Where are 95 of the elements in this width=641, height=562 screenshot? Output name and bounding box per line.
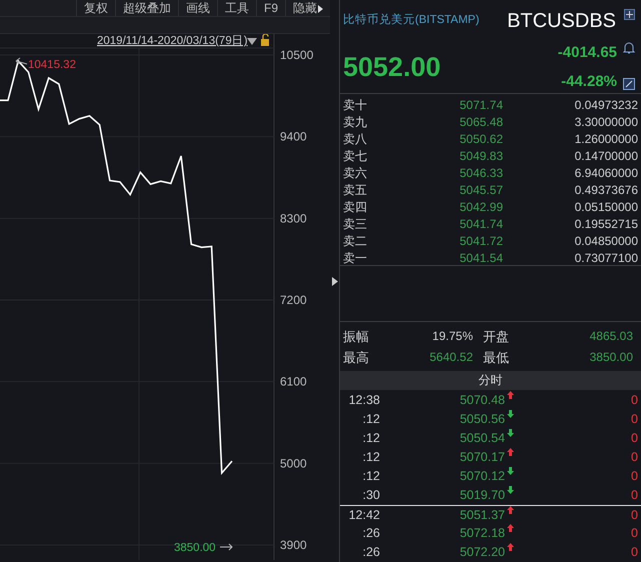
symbol-label: BTCUSDBS (507, 9, 616, 34)
section-header: 分时 (340, 371, 641, 390)
toolbar-button[interactable]: 复权 (76, 0, 115, 16)
trade-volume: 0 (631, 544, 638, 561)
trade-price: 5070.48 (458, 392, 505, 409)
instrument-name: 比特币兑美元(BITSTAMP) (343, 12, 480, 28)
trade-price: 5050.56 (458, 411, 505, 428)
axis-label: 9400 (280, 130, 307, 144)
trade-time: 12:42 (348, 507, 380, 524)
lock-icon[interactable] (261, 34, 269, 46)
trade-volume: 0 (631, 411, 638, 428)
date-range-link[interactable]: 2019/11/14-2020/03/13(79日) (97, 35, 248, 47)
max-price-marker (16, 58, 28, 64)
order-level-label: 卖九 (343, 114, 368, 131)
ask-volume: 0.14700000 (574, 148, 638, 165)
trade-price: 5051.37 (458, 507, 505, 524)
ask-volume: 6.94060000 (574, 165, 638, 182)
trade-volume: 0 (631, 392, 638, 409)
ask-volume: 0.49373676 (574, 182, 638, 199)
trade-price: 5050.54 (458, 430, 505, 447)
trade-volume: 0 (631, 487, 638, 504)
triangle-icon (318, 4, 323, 13)
trade-volume: 0 (631, 525, 638, 542)
trade-volume: 0 (631, 468, 638, 485)
trade-time: :12 (362, 430, 380, 447)
order-level-label: 卖七 (343, 148, 368, 165)
trade-time: 12:38 (348, 392, 380, 409)
ask-volume: 0.73077100 (574, 250, 638, 267)
edit-icon[interactable] (623, 78, 635, 90)
trade-time: :30 (362, 487, 380, 504)
stat-value: 19.75% (431, 328, 473, 345)
order-level-label: 卖八 (343, 131, 368, 148)
order-level-label: 卖六 (343, 165, 368, 182)
order-level-label: 卖一 (343, 250, 368, 267)
ask-price: 5041.54 (458, 250, 503, 267)
stat-label: 最低 (483, 349, 510, 367)
ask-volume: 1.26000000 (574, 131, 638, 148)
stat-value: 5640.52 (428, 349, 473, 366)
order-level-label: 卖十 (343, 97, 368, 114)
axis-label: 10500 (280, 48, 314, 62)
min-price-label: 3850.00 (174, 542, 216, 554)
trade-price: 5019.70 (458, 487, 505, 504)
ask-price: 5042.99 (458, 199, 503, 216)
stat-value: 4865.03 (588, 328, 633, 345)
ask-price: 5065.48 (458, 114, 503, 131)
stat-label: 最高 (343, 349, 370, 367)
trade-time: :12 (362, 411, 380, 428)
ask-volume: 0.19552715 (574, 216, 638, 233)
ask-price: 5041.72 (458, 233, 503, 250)
ask-price: 5050.62 (458, 131, 503, 148)
axis-label: 5000 (280, 456, 307, 470)
trade-volume: 0 (631, 507, 638, 524)
add-icon[interactable] (624, 8, 635, 20)
ask-price: 5046.33 (458, 165, 503, 182)
ask-volume: 0.05150000 (574, 199, 638, 216)
trade-time: :26 (362, 544, 380, 561)
axis-label: 6100 (280, 374, 307, 389)
trade-price: 5070.12 (458, 468, 505, 485)
ask-volume: 0.04850000 (574, 233, 638, 250)
trade-volume: 0 (631, 430, 638, 447)
stat-label: 开盘 (483, 328, 510, 346)
expand-arrow-icon[interactable] (332, 276, 338, 286)
trade-price: 5072.20 (458, 544, 505, 561)
arrow-icon (220, 544, 233, 550)
axis-label: 8300 (280, 211, 307, 226)
order-level-label: 卖三 (343, 216, 368, 233)
trade-time: :12 (362, 449, 380, 466)
trade-price: 5070.17 (458, 449, 505, 466)
trade-time: :26 (362, 525, 380, 542)
ask-price: 5041.74 (458, 216, 503, 233)
ask-volume: 3.30000000 (574, 114, 638, 131)
toolbar-button[interactable]: 工具 (216, 0, 256, 16)
toolbar-button[interactable]: 画线 (178, 0, 217, 16)
stat-label: 振幅 (343, 328, 370, 346)
stat-value: 3850.00 (588, 349, 633, 366)
ask-price: 5071.74 (458, 97, 503, 114)
trade-volume: 0 (631, 449, 638, 466)
price-change: -4014.65 (558, 43, 617, 63)
ask-volume: 0.04973232 (574, 97, 638, 114)
bell-icon[interactable] (623, 42, 635, 54)
dropdown-icon[interactable] (247, 38, 257, 45)
trade-price: 5072.18 (458, 525, 505, 542)
axis-label: 3900 (280, 538, 307, 552)
order-level-label: 卖五 (343, 182, 368, 199)
order-level-label: 卖四 (343, 199, 368, 216)
toolbar-button[interactable]: 超级叠加 (114, 0, 178, 16)
ask-price: 5049.83 (458, 148, 503, 165)
percent-change: -44.28% (561, 72, 617, 92)
trade-time: :12 (362, 468, 380, 485)
axis-label: 7200 (280, 293, 307, 307)
order-level-label: 卖二 (343, 233, 368, 250)
toolbar-button[interactable]: F9 (256, 0, 285, 16)
last-price: 5052.00 (343, 51, 442, 84)
ask-price: 5045.57 (458, 182, 503, 199)
max-price-label: 10415.32 (28, 59, 76, 71)
